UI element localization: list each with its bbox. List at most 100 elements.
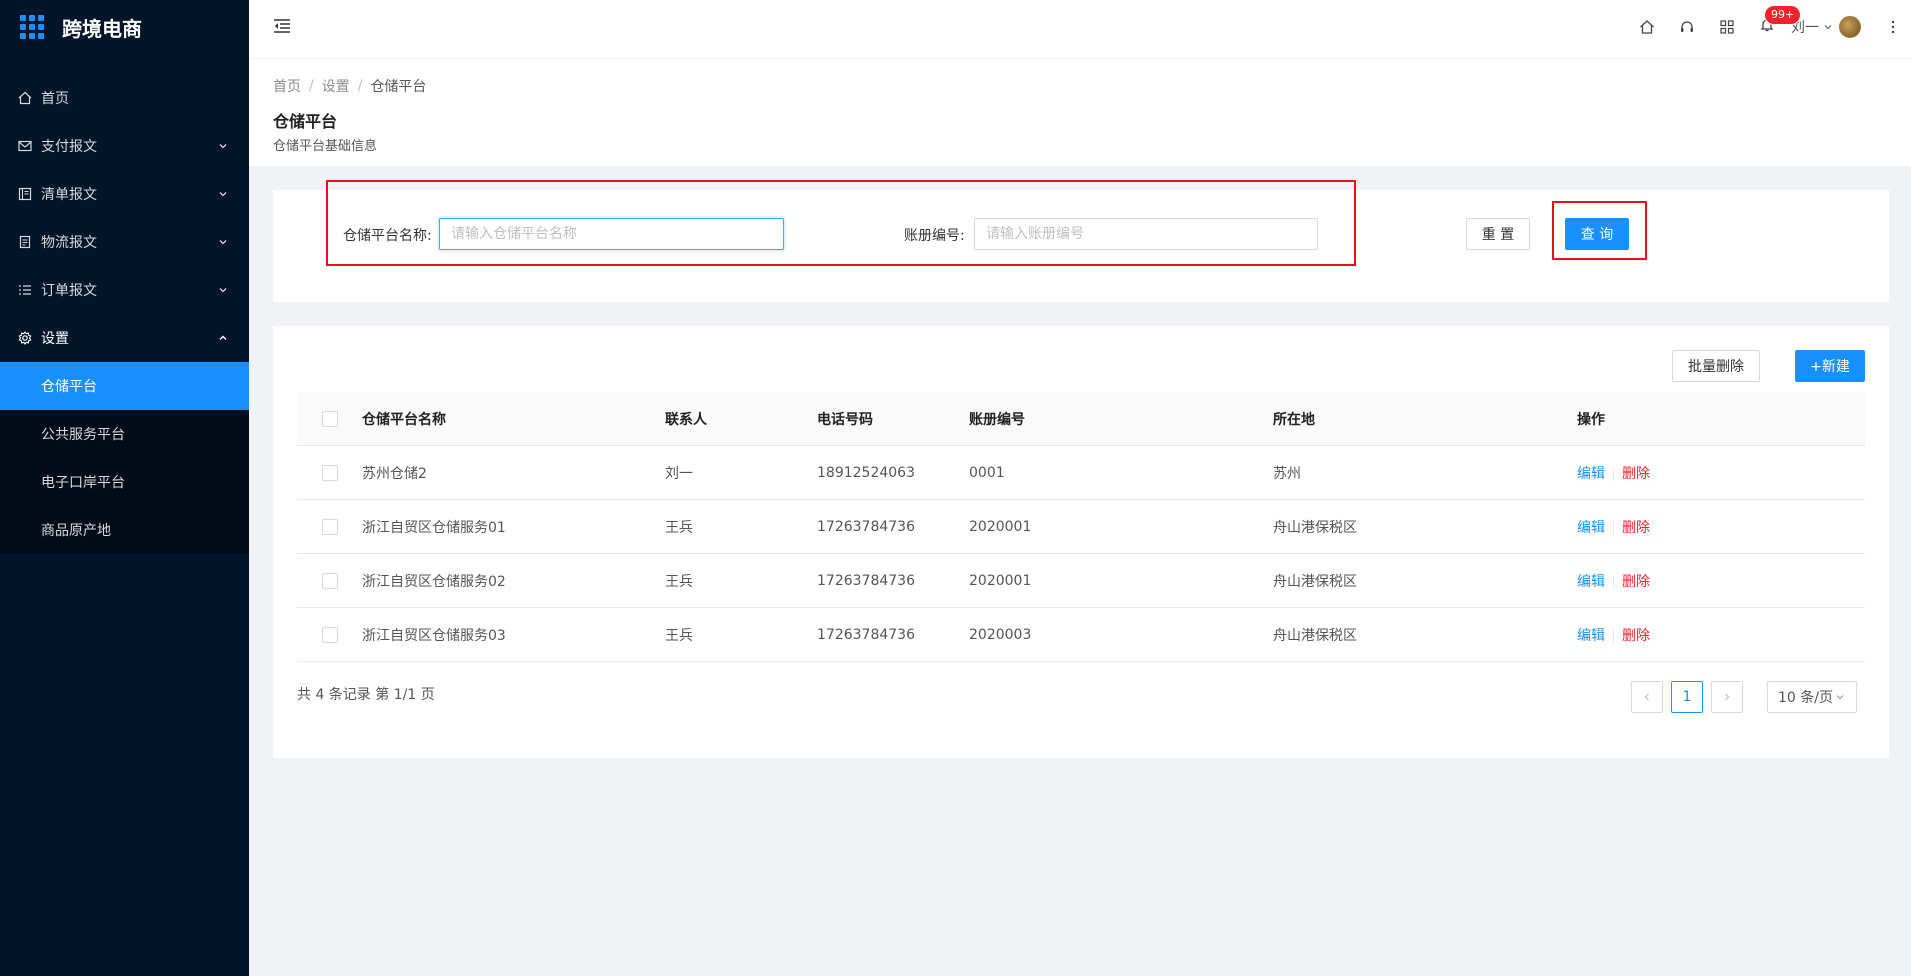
column-header: 账册编号 bbox=[969, 411, 1025, 428]
row-checkbox[interactable] bbox=[321, 572, 338, 589]
batch-delete-button[interactable]: 批量删除 bbox=[1672, 350, 1760, 382]
breadcrumb: 首页 / 设置 / 仓储平台 bbox=[273, 76, 1887, 96]
search-form: 仓储平台名称: 账册编号: 重 置 查 询 bbox=[273, 180, 1889, 302]
sidebar-item-manifest[interactable]: 清单报文 bbox=[0, 170, 249, 218]
row-checkbox[interactable] bbox=[321, 626, 338, 643]
divider bbox=[1613, 628, 1614, 643]
more-vertical-icon[interactable] bbox=[1875, 0, 1911, 54]
select-all-checkbox[interactable] bbox=[321, 410, 338, 427]
page-title: 仓储平台 bbox=[273, 112, 338, 131]
cell-phone: 18912524063 bbox=[817, 464, 915, 481]
chevron-left-icon bbox=[1644, 693, 1649, 701]
column-header: 所在地 bbox=[1273, 411, 1315, 428]
query-button[interactable]: 查 询 bbox=[1565, 218, 1629, 250]
breadcrumb-separator: / bbox=[309, 78, 314, 94]
sidebar-item-payment[interactable]: 支付报文 bbox=[0, 122, 249, 170]
cell-account: 0001 bbox=[969, 464, 1005, 481]
pagination: 1 10 条/页 bbox=[1623, 681, 1857, 713]
pagination-summary: 共 4 条记录 第 1/1 页 bbox=[297, 687, 435, 703]
cell-actions: 编辑 删除 bbox=[1577, 517, 1865, 537]
cell-contact: 王兵 bbox=[665, 519, 693, 536]
sidebar-item-label: 清单报文 bbox=[41, 187, 97, 203]
edit-link[interactable]: 编辑 bbox=[1577, 520, 1605, 536]
column-header: 仓储平台名称 bbox=[362, 411, 446, 428]
ordered-list-icon bbox=[17, 282, 33, 298]
sidebar-item-home[interactable]: 首页 bbox=[0, 74, 249, 122]
cell-phone: 17263784736 bbox=[817, 572, 915, 589]
cell-name: 苏州仓储2 bbox=[362, 465, 427, 482]
breadcrumb-current: 仓储平台 bbox=[370, 79, 427, 95]
table-row: 浙江自贸区仓储服务01 王兵 17263784736 2020001 舟山港保税… bbox=[297, 500, 1865, 554]
divider bbox=[1613, 466, 1614, 481]
edit-link[interactable]: 编辑 bbox=[1577, 628, 1605, 644]
cell-name: 浙江自贸区仓储服务02 bbox=[362, 573, 506, 590]
table-row: 浙江自贸区仓储服务03 王兵 17263784736 2020003 舟山港保税… bbox=[297, 608, 1865, 662]
warehouse-table: 仓储平台名称 联系人 电话号码 账册编号 所在地 操作 苏州仓储2 刘一 189… bbox=[297, 392, 1865, 662]
delete-link[interactable]: 删除 bbox=[1622, 466, 1650, 482]
notification-bell[interactable]: 99+ bbox=[1747, 0, 1801, 54]
home-icon[interactable] bbox=[1627, 0, 1667, 54]
cell-location: 舟山港保税区 bbox=[1273, 573, 1357, 590]
row-checkbox[interactable] bbox=[321, 518, 338, 535]
table-card: 批量删除 +新建 仓储平台名称 联系人 电话号码 账册编号 所在地 操作 苏州仓… bbox=[273, 326, 1889, 758]
headset-icon[interactable] bbox=[1667, 0, 1707, 54]
sidebar: 跨境电商 首页 支付报文 清单报文 物流报文 订单报文 设置 仓储平台 公共服务… bbox=[0, 0, 249, 976]
divider bbox=[1613, 520, 1614, 535]
platform-name-label: 仓储平台名称: bbox=[343, 228, 432, 244]
account-number-input[interactable] bbox=[974, 218, 1318, 250]
cell-contact: 王兵 bbox=[665, 627, 693, 644]
cell-location: 舟山港保税区 bbox=[1273, 519, 1357, 536]
chevron-down-icon bbox=[1823, 22, 1833, 32]
breadcrumb-separator: / bbox=[357, 78, 363, 94]
delete-link[interactable]: 删除 bbox=[1622, 574, 1650, 590]
cell-name: 浙江自贸区仓储服务01 bbox=[362, 519, 506, 536]
edit-link[interactable]: 编辑 bbox=[1577, 466, 1605, 482]
notification-badge: 99+ bbox=[1765, 6, 1801, 24]
column-header: 电话号码 bbox=[817, 411, 873, 428]
edit-link[interactable]: 编辑 bbox=[1577, 574, 1605, 590]
reset-button[interactable]: 重 置 bbox=[1466, 218, 1530, 250]
top-header: 99+ 刘一 bbox=[249, 0, 1911, 59]
new-button[interactable]: +新建 bbox=[1795, 350, 1865, 382]
page-number-button[interactable]: 1 bbox=[1671, 681, 1703, 713]
header-actions: 99+ 刘一 bbox=[1627, 0, 1911, 54]
sidebar-item-label: 首页 bbox=[41, 91, 69, 107]
cell-actions: 编辑 删除 bbox=[1577, 463, 1865, 483]
setting-icon bbox=[17, 330, 33, 346]
chevron-down-icon bbox=[217, 236, 229, 248]
sidebar-subitem-public-service-platform[interactable]: 公共服务平台 bbox=[0, 410, 249, 458]
platform-name-input[interactable] bbox=[439, 218, 784, 250]
column-header: 操作 bbox=[1577, 411, 1605, 428]
table-row: 苏州仓储2 刘一 18912524063 0001 苏州 编辑 删除 bbox=[297, 446, 1865, 500]
breadcrumb-settings[interactable]: 设置 bbox=[322, 76, 350, 96]
appstore-icon[interactable] bbox=[1707, 0, 1747, 54]
prev-page-button[interactable] bbox=[1631, 681, 1663, 713]
cell-location: 舟山港保税区 bbox=[1273, 627, 1357, 644]
sidebar-item-settings[interactable]: 设置 bbox=[0, 314, 249, 362]
table-header-row: 仓储平台名称 联系人 电话号码 账册编号 所在地 操作 bbox=[297, 392, 1865, 446]
page-size-select[interactable]: 10 条/页 bbox=[1767, 681, 1857, 713]
next-page-button[interactable] bbox=[1711, 681, 1743, 713]
delete-link[interactable]: 删除 bbox=[1622, 628, 1650, 644]
cell-account: 2020001 bbox=[969, 572, 1032, 589]
logo[interactable]: 跨境电商 bbox=[0, 0, 249, 54]
sidebar-subitem-warehouse-platform[interactable]: 仓储平台 bbox=[0, 362, 249, 410]
cell-phone: 17263784736 bbox=[817, 626, 915, 643]
user-menu[interactable]: 刘一 bbox=[1791, 16, 1861, 38]
sidebar-item-order[interactable]: 订单报文 bbox=[0, 266, 249, 314]
app-title: 跨境电商 bbox=[62, 16, 142, 41]
container-icon bbox=[17, 234, 33, 250]
divider bbox=[1613, 574, 1614, 589]
chevron-down-icon bbox=[217, 188, 229, 200]
home-icon bbox=[17, 90, 33, 106]
delete-link[interactable]: 删除 bbox=[1622, 520, 1650, 536]
sidebar-item-logistics[interactable]: 物流报文 bbox=[0, 218, 249, 266]
sidebar-item-label: 设置 bbox=[41, 331, 69, 347]
sidebar-item-label: 支付报文 bbox=[41, 139, 97, 155]
sidebar-subitem-e-port-platform[interactable]: 电子口岸平台 bbox=[0, 458, 249, 506]
page-header: 首页 / 设置 / 仓储平台 仓储平台 仓储平台基础信息 bbox=[249, 59, 1911, 166]
menu-fold-icon[interactable] bbox=[273, 18, 293, 38]
breadcrumb-home[interactable]: 首页 bbox=[273, 76, 301, 96]
row-checkbox[interactable] bbox=[321, 464, 338, 481]
sidebar-subitem-origin[interactable]: 商品原产地 bbox=[0, 506, 249, 554]
